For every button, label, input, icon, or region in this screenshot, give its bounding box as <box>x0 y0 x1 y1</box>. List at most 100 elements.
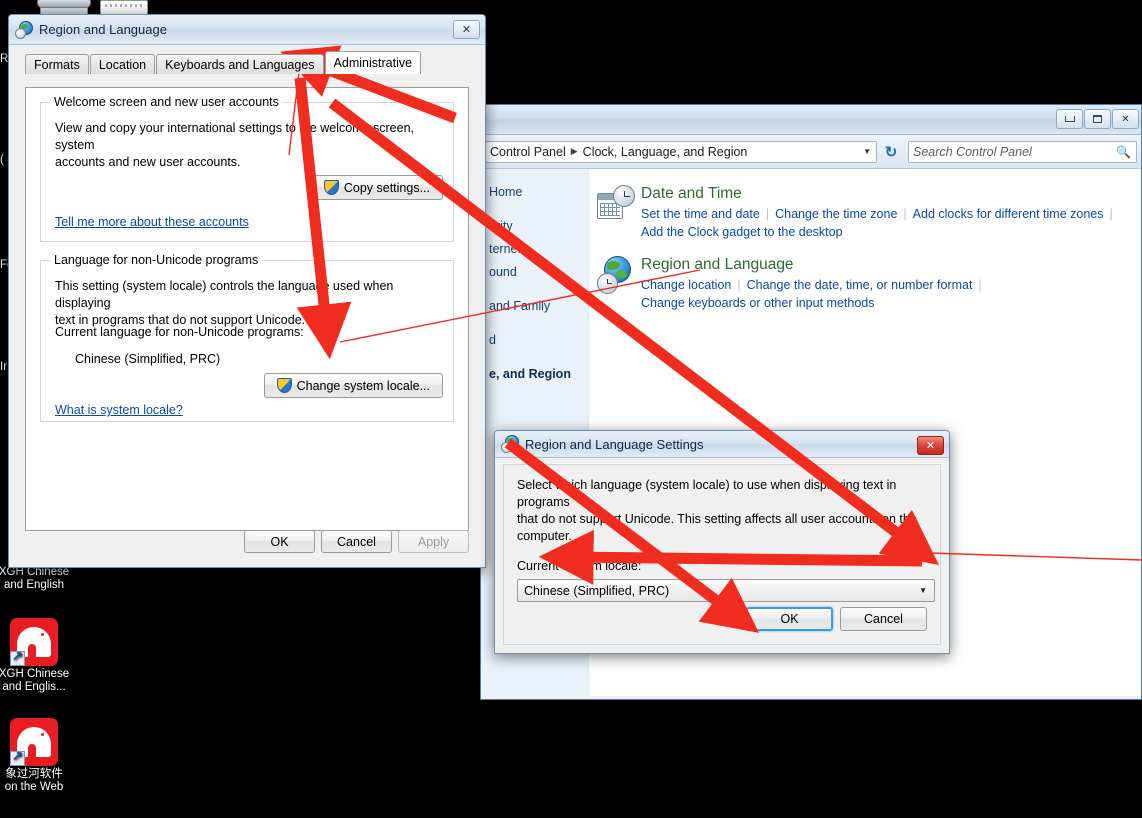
region-dialog-tabpage: Welcome screen and new user accounts Vie… <box>25 87 469 531</box>
region-globe-icon <box>15 20 33 39</box>
desktop-item-xgh-shortcut[interactable]: XGH Chinese and Englis... <box>0 618 94 694</box>
maximize-button[interactable] <box>1084 109 1111 129</box>
desktop-label-line2: and English <box>3 579 65 591</box>
settings-description-line2: that do not support Unicode. This settin… <box>517 512 917 526</box>
search-icon: 🔍 <box>1116 144 1131 159</box>
link-add-clocks[interactable]: Add clocks for different time zones <box>913 207 1104 221</box>
copy-settings-button[interactable]: Copy settings... <box>310 175 443 200</box>
cancel-button[interactable]: Cancel <box>840 607 927 631</box>
sidebar-item-hardware[interactable]: d <box>489 329 588 352</box>
address-bar[interactable]: Control Panel ▶ Clock, Language, and Reg… <box>485 140 877 163</box>
welcome-description: View and copy your international setting… <box>55 120 443 171</box>
tab-formats[interactable]: Formats <box>25 54 89 74</box>
region-dialog-buttons: OK Cancel Apply <box>244 530 469 553</box>
desktop-label-line2: on the Web <box>4 781 64 793</box>
chevron-down-icon[interactable]: ▼ <box>919 586 927 595</box>
ok-button[interactable]: OK <box>746 607 833 631</box>
group-title: Welcome screen and new user accounts <box>50 95 283 109</box>
sidebar-item-family[interactable]: and Family <box>489 295 588 318</box>
clock-calendar-icon <box>597 183 641 223</box>
search-placeholder: Search Control Panel <box>913 144 1032 159</box>
sidebar-item-sound[interactable]: ound <box>489 261 588 284</box>
link-change-date-time-number-format[interactable]: Change the date, time, or number format <box>747 278 973 292</box>
apply-button: Apply <box>398 530 469 553</box>
group-title: Language for non-Unicode programs <box>50 253 263 267</box>
refresh-icon[interactable]: ↻ <box>880 141 902 163</box>
tab-keyboards-and-languages[interactable]: Keyboards and Languages <box>156 54 324 74</box>
current-language-label: Current language for non-Unicode program… <box>55 325 304 339</box>
change-system-locale-button[interactable]: Change system locale... <box>263 373 443 398</box>
control-panel-navbar: Control Panel ▶ Clock, Language, and Reg… <box>481 135 1141 169</box>
breadcrumb-separator-icon: ▶ <box>570 146 578 156</box>
welcome-screen-group: Welcome screen and new user accounts Vie… <box>40 95 454 242</box>
link-set-time-and-date[interactable]: Set the time and date <box>641 207 760 221</box>
settings-description-line3: computer. <box>517 529 572 543</box>
settings-description-line1: Select which language (system locale) to… <box>517 478 897 509</box>
desktop-item-web-shortcut[interactable]: 象过河软件 on the Web <box>0 718 94 794</box>
breadcrumb-current[interactable]: Clock, Language, and Region <box>583 145 748 159</box>
globe-clock-icon <box>597 254 641 294</box>
elephant-app-icon <box>10 618 58 666</box>
shortcut-overlay-icon <box>10 749 25 766</box>
section-date-and-time: Date and Time Set the time and date | Chan… <box>597 183 1141 241</box>
section-links-row1: Change location | Change the date, time, o… <box>641 278 982 292</box>
welcome-description-line1: View and copy your international setting… <box>55 121 414 152</box>
search-input[interactable]: Search Control Panel 🔍 <box>908 140 1137 163</box>
current-system-locale-label: Current system locale: <box>517 559 642 573</box>
section-links-row2: Add the Clock gadget to the desktop <box>641 223 1141 241</box>
link-change-location[interactable]: Change location <box>641 278 731 292</box>
region-dialog-tabstrip: Formats Location Keyboards and Languages… <box>25 51 485 74</box>
sidebar-item-home[interactable]: Home <box>489 181 588 204</box>
region-dialog-title: Region and Language <box>39 22 167 37</box>
section-links-row1: Set the time and date | Change the time zo… <box>641 207 1113 221</box>
ok-button[interactable]: OK <box>244 530 315 553</box>
desktop-label-line2: and Englis... <box>2 681 66 693</box>
region-dialog-titlebar[interactable]: Region and Language ✕ <box>9 15 485 45</box>
nonunicode-description: This setting (system locale) controls th… <box>55 278 443 329</box>
tab-location[interactable]: Location <box>89 54 156 74</box>
close-icon[interactable]: ✕ <box>453 20 480 39</box>
settings-dialog-titlebar[interactable]: Region and Language Settings ✕ <box>495 431 949 458</box>
desktop-screen: R ( Fe Ir XGH Chinese and English XGH Ch… <box>0 0 1142 818</box>
system-locale-value: Chinese (Simplified, PRC) <box>524 583 670 598</box>
desktop-item-label-0[interactable]: XGH Chinese and English <box>0 566 94 592</box>
link-add-clock-gadget[interactable]: Add the Clock gadget to the desktop <box>641 225 843 239</box>
section-title[interactable]: Region and Language <box>641 255 1141 274</box>
close-icon[interactable]: ✕ <box>917 436 944 455</box>
tab-administrative[interactable]: Administrative <box>324 51 422 74</box>
settings-description: Select which language (system locale) to… <box>517 477 927 545</box>
link-change-keyboards[interactable]: Change keyboards or other input methods <box>641 296 874 310</box>
control-panel-titlebar[interactable]: ✕ <box>481 105 1141 135</box>
link-what-is-system-locale[interactable]: What is system locale? <box>55 403 183 417</box>
sidebar-item-clock-language-region[interactable]: e, and Region <box>489 363 588 386</box>
elephant-web-icon <box>10 718 58 766</box>
shortcut-overlay-icon <box>10 649 25 666</box>
section-title[interactable]: Date and Time <box>641 184 1141 203</box>
sidebar-item-security[interactable]: urity <box>489 215 588 238</box>
desktop-edge-label-3: Ir <box>0 361 8 373</box>
link-tell-me-more-about-these-accounts[interactable]: Tell me more about these accounts <box>55 215 249 229</box>
control-panel-window-buttons: ✕ <box>1056 109 1139 129</box>
section-region-and-language: Region and Language Change location | Chan… <box>597 254 1141 312</box>
minimize-button[interactable] <box>1056 109 1083 129</box>
settings-dialog-body: Select which language (system locale) to… <box>503 464 941 645</box>
sidebar-item-internet[interactable]: ternet <box>489 238 588 261</box>
cancel-button[interactable]: Cancel <box>321 530 392 553</box>
close-button[interactable]: ✕ <box>1112 109 1139 129</box>
nonunicode-description-line1: This setting (system locale) controls th… <box>55 279 394 310</box>
region-language-settings-dialog: Region and Language Settings ✕ Select wh… <box>494 430 950 654</box>
chevron-down-icon[interactable]: ▼ <box>863 147 871 156</box>
link-change-time-zone[interactable]: Change the time zone <box>775 207 897 221</box>
settings-globe-icon <box>501 435 519 453</box>
current-language-value: Chinese (Simplified, PRC) <box>75 352 221 366</box>
breadcrumb-root[interactable]: Control Panel <box>490 145 566 159</box>
settings-dialog-title: Region and Language Settings <box>525 436 704 452</box>
welcome-description-line2: accounts and new user accounts. <box>55 155 241 169</box>
region-and-language-dialog: Region and Language ✕ Formats Location K… <box>8 14 486 568</box>
change-system-locale-label: Change system locale... <box>296 378 430 393</box>
section-links-row2: Change keyboards or other input methods <box>641 294 1141 312</box>
desktop-edge-label-1: ( <box>0 154 4 166</box>
system-locale-dropdown[interactable]: Chinese (Simplified, PRC) ▼ <box>517 579 935 602</box>
desktop-label-line1: XGH Chinese <box>0 668 70 680</box>
desktop-label-line1: 象过河软件 <box>5 768 63 780</box>
